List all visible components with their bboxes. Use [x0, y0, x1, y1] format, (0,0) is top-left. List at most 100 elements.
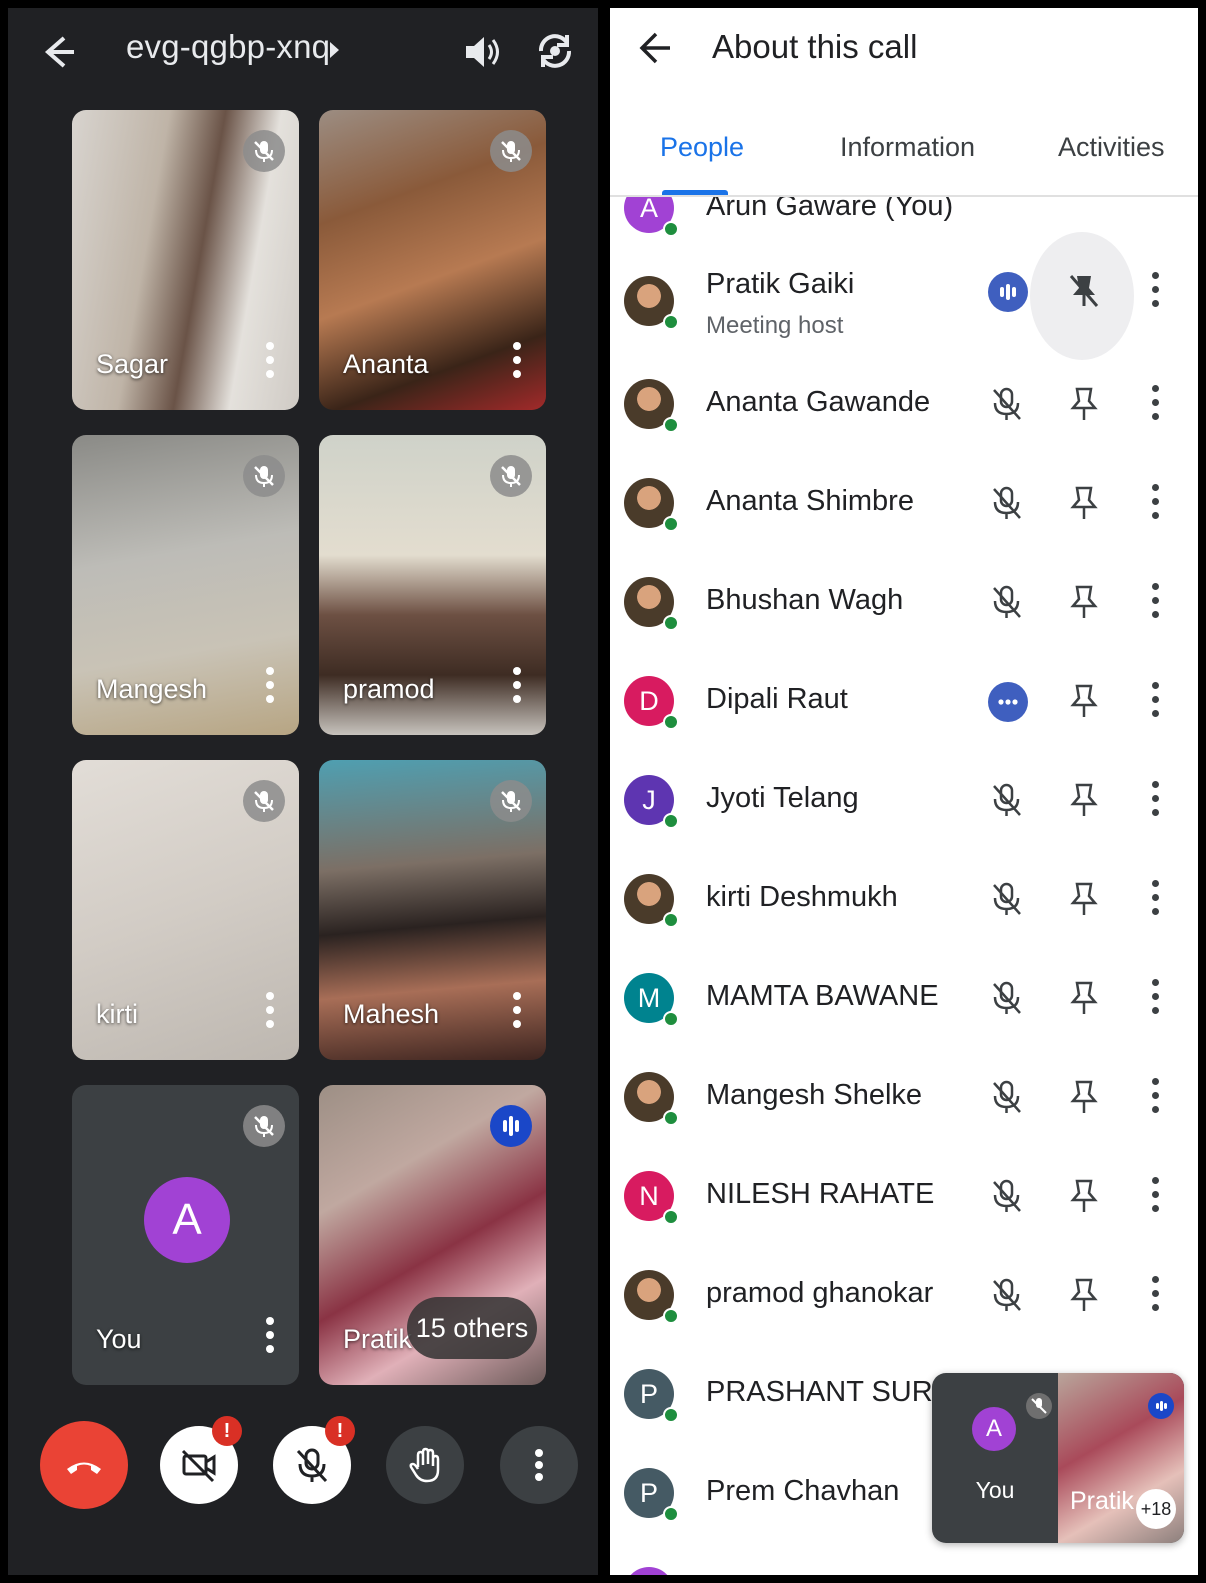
mini-call-player[interactable]: A You Pratik +18: [932, 1373, 1184, 1543]
mic-off-icon: [993, 1179, 1021, 1212]
avatar: J: [624, 775, 679, 829]
list-item[interactable]: Mangesh Shelke: [610, 1048, 1198, 1147]
tab-people[interactable]: People: [660, 132, 744, 163]
list-item[interactable]: Ananta Shimbre: [610, 454, 1198, 553]
list-item[interactable]: Pratik Gaiki Meeting host: [610, 232, 1198, 372]
pin-icon[interactable]: [1066, 781, 1102, 819]
pin-icon[interactable]: [1066, 979, 1102, 1017]
mini-self-tile[interactable]: A You: [932, 1373, 1058, 1543]
back-arrow-icon[interactable]: [38, 30, 82, 74]
end-call-button[interactable]: [40, 1421, 128, 1509]
meeting-code[interactable]: evg-qgbp-xnq: [126, 28, 330, 66]
mic-off-icon: [993, 387, 1021, 420]
pin-icon[interactable]: [1066, 583, 1102, 621]
more-vert-icon[interactable]: [1150, 979, 1160, 1019]
participant-tile[interactable]: Ananta: [319, 110, 546, 410]
more-vert-icon[interactable]: [265, 342, 275, 382]
alert-badge: !: [325, 1416, 355, 1446]
hand-icon: [409, 1447, 440, 1483]
list-item[interactable]: D Dipali Raut: [610, 652, 1198, 751]
person-name: Mangesh Shelke: [706, 1079, 923, 1111]
tab-activities[interactable]: Activities: [1058, 132, 1165, 163]
mic-off-icon: [490, 780, 532, 822]
speaker-icon[interactable]: [460, 30, 504, 74]
avatar: A: [144, 1177, 230, 1263]
participant-tile[interactable]: kirti: [72, 760, 299, 1060]
person-name: NILESH RAHATE: [706, 1178, 935, 1210]
raise-hand-button[interactable]: [386, 1426, 464, 1504]
pin-icon[interactable]: [1066, 484, 1102, 522]
mini-participant-tile[interactable]: Pratik +18: [1058, 1373, 1184, 1543]
more-vert-icon[interactable]: [1150, 1078, 1160, 1118]
meeting-header: evg-qgbp-xnq: [8, 8, 598, 98]
camera-toggle-button[interactable]: !: [160, 1416, 242, 1504]
more-vert-icon[interactable]: [1150, 1276, 1160, 1316]
alert-badge: !: [212, 1416, 242, 1446]
panel-tabs: People Information Activities: [610, 118, 1198, 196]
list-item[interactable]: J Jyoti Telang: [610, 751, 1198, 850]
list-item[interactable]: [610, 1543, 1198, 1575]
mic-off-icon: [296, 1448, 328, 1483]
pin-icon[interactable]: [1066, 682, 1102, 720]
list-item[interactable]: pramod ghanokar: [610, 1246, 1198, 1345]
more-vert-icon[interactable]: [265, 1317, 275, 1357]
list-item[interactable]: Ananta Gawande: [610, 355, 1198, 454]
chevron-right-icon[interactable]: [330, 42, 339, 58]
more-vert-icon[interactable]: [512, 342, 522, 382]
more-vert-icon[interactable]: [1150, 682, 1160, 722]
list-item[interactable]: M MAMTA BAWANE: [610, 949, 1198, 1048]
avatar: A: [972, 1407, 1016, 1451]
participant-tile[interactable]: pramod: [319, 435, 546, 735]
more-vert-icon[interactable]: [1150, 385, 1160, 425]
participant-name: Mangesh: [96, 674, 208, 704]
more-vert-icon[interactable]: [265, 667, 275, 707]
person-name: Arun Gaware (You): [706, 197, 954, 222]
participant-tile[interactable]: Mahesh: [319, 760, 546, 1060]
avatar: [624, 276, 679, 330]
speaking-indicator-icon: [988, 272, 1028, 312]
more-vert-icon[interactable]: [512, 992, 522, 1032]
person-name: kirti Deshmukh: [706, 881, 898, 913]
more-options-button[interactable]: [500, 1426, 578, 1504]
pin-icon[interactable]: [1066, 880, 1102, 918]
participant-tile[interactable]: Mangesh: [72, 435, 299, 735]
self-tile[interactable]: A You: [72, 1085, 299, 1385]
back-arrow-icon[interactable]: [636, 30, 672, 66]
pin-icon[interactable]: [1066, 1177, 1102, 1215]
list-item[interactable]: N NILESH RAHATE: [610, 1147, 1198, 1246]
avatar: [624, 379, 679, 433]
panel-title: About this call: [712, 28, 918, 65]
list-item[interactable]: Bhushan Wagh: [610, 553, 1198, 652]
others-count-chip[interactable]: 15 others: [407, 1297, 537, 1359]
more-vert-icon[interactable]: [1150, 583, 1160, 623]
pin-icon[interactable]: [1066, 1078, 1102, 1116]
participant-name: pramod: [343, 674, 435, 704]
more-vert-icon[interactable]: [265, 992, 275, 1032]
avatar: P: [624, 1369, 679, 1423]
participant-tile[interactable]: Pratik 15 others: [319, 1085, 546, 1385]
person-name: Bhushan Wagh: [706, 584, 904, 616]
person-name: Jyoti Telang: [706, 782, 859, 814]
meeting-view: evg-qgbp-xnq Sagar Ananta Mangesh pramod…: [8, 8, 598, 1575]
person-name: MAMTA BAWANE: [706, 980, 939, 1012]
unpin-icon[interactable]: [1066, 272, 1102, 310]
more-vert-icon[interactable]: [1150, 272, 1160, 312]
self-label: You: [975, 1477, 1015, 1503]
more-vert-icon[interactable]: [1150, 1177, 1160, 1217]
participant-tile[interactable]: Sagar: [72, 110, 299, 410]
mic-off-icon: [243, 780, 285, 822]
participant-name: Pratik: [1070, 1487, 1134, 1515]
list-item[interactable]: kirti Deshmukh: [610, 850, 1198, 949]
tab-information[interactable]: Information: [840, 132, 975, 163]
others-count-badge: +18: [1136, 1489, 1176, 1529]
mic-off-icon: [490, 455, 532, 497]
more-vert-icon[interactable]: [1150, 781, 1160, 821]
mic-off-icon: [993, 981, 1021, 1014]
mic-toggle-button[interactable]: !: [273, 1416, 355, 1504]
more-vert-icon[interactable]: [512, 667, 522, 707]
pin-icon[interactable]: [1066, 385, 1102, 423]
pin-icon[interactable]: [1066, 1276, 1102, 1314]
switch-camera-icon[interactable]: [532, 28, 578, 74]
more-vert-icon[interactable]: [1150, 880, 1160, 920]
more-vert-icon[interactable]: [1150, 484, 1160, 524]
